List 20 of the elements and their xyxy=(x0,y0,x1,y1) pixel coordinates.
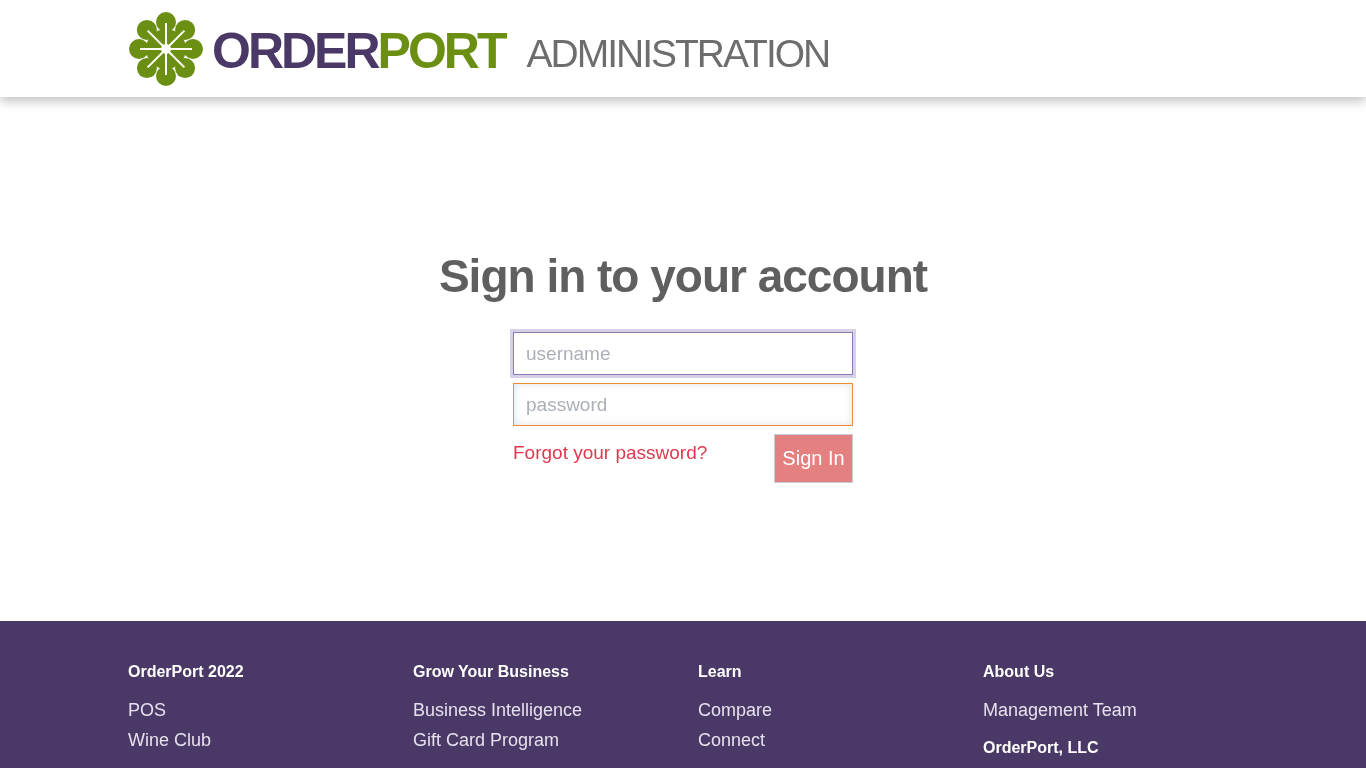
footer-link[interactable]: POS xyxy=(128,695,413,725)
footer-heading: Learn xyxy=(698,663,743,681)
input-field[interactable]: password xyxy=(513,383,853,427)
forgot-password-link[interactable]: Forgot your password? xyxy=(513,442,708,465)
site-subtitle: ADMINISTRATION xyxy=(526,34,830,73)
footer-link[interactable]: Compare xyxy=(698,695,983,725)
footer-heading: OrderPort 2022 xyxy=(128,663,245,681)
footer-heading: Grow Your Business xyxy=(413,663,570,681)
input-field[interactable]: username xyxy=(513,332,853,376)
footer-heading: OrderPort, LLC xyxy=(983,739,1100,757)
brand-wordmark: PORT xyxy=(377,25,505,76)
page-heading: Sign in to your account xyxy=(438,249,928,304)
footer-link[interactable]: Management Team xyxy=(983,695,1268,725)
footer-link[interactable]: Wine Club xyxy=(128,725,413,755)
brand-wordmark: ORDER xyxy=(212,25,378,76)
footer-link[interactable]: Business Intelligence xyxy=(413,695,698,725)
flower-logo-icon xyxy=(128,10,204,87)
footer-heading: About Us xyxy=(983,663,1056,681)
footer-link[interactable]: Connect xyxy=(698,725,983,755)
footer-link[interactable]: Gift Card Program xyxy=(413,725,698,755)
